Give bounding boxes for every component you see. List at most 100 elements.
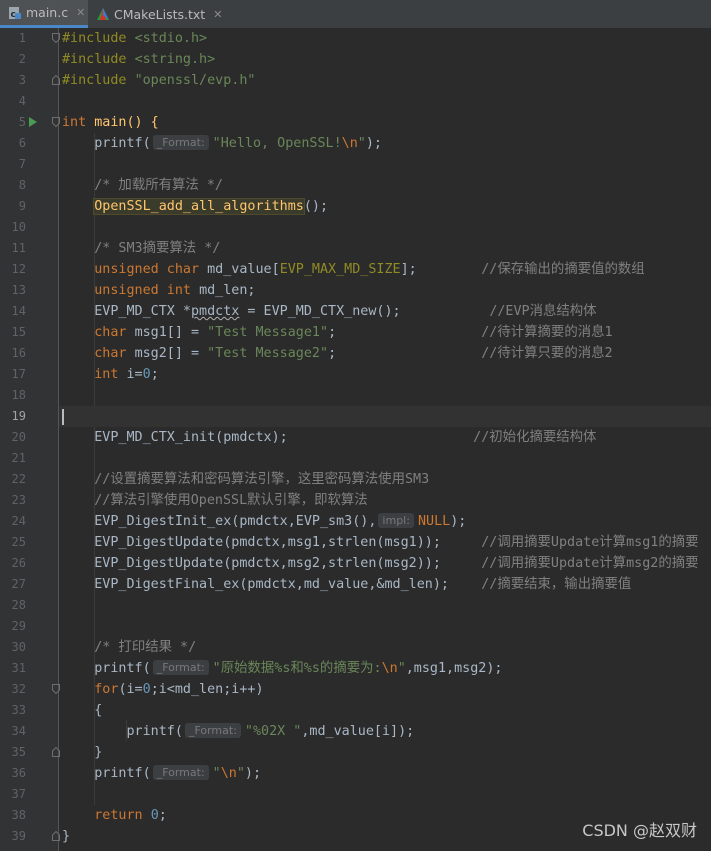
code-line-36: 36 printf(_Format: "\n"); [0, 763, 711, 784]
code-line-23: 23 //算法引擎使用OpenSSL默认引擎，即软算法 [0, 490, 711, 511]
line-number: 24 [11, 514, 26, 528]
fold-end-icon[interactable] [52, 747, 60, 757]
line-number: 10 [11, 220, 26, 234]
code-text: #include <string.h> [62, 52, 216, 67]
line-number: 29 [11, 619, 26, 633]
code-line-2: 2 #include <string.h> [0, 49, 711, 70]
line-number: 35 [11, 745, 26, 759]
param-hint: _Format: [152, 660, 209, 675]
line-number: 30 [11, 640, 26, 654]
line-number: 28 [11, 598, 26, 612]
code-line-19: 19 [0, 406, 711, 427]
code-text: } [62, 829, 71, 844]
code-line-28: 28 [0, 595, 711, 616]
code-line-35: 35 } [0, 742, 711, 763]
tab-main-c[interactable]: c main.c ✕ [0, 0, 88, 28]
code-line-24: 24 EVP_DigestInit_ex(pmdctx,EVP_sm3(), im… [0, 511, 711, 532]
fold-icon[interactable] [52, 117, 60, 127]
cmake-icon [96, 7, 110, 21]
code-line-31: 31 printf(_Format: "原始数据%s和%s的摘要为:\n",msg… [0, 658, 711, 679]
code-line-26: 26 EVP_DigestUpdate(pmdctx,msg2,strlen(m… [0, 553, 711, 574]
code-text: printf(_Format: "原始数据%s和%s的摘要为:\n",msg1,m… [94, 660, 503, 676]
line-number: 14 [11, 304, 26, 318]
line-number: 5 [18, 115, 26, 129]
code-text: printf(_Format: "%02X ",md_value[i]); [126, 723, 415, 739]
code-text: printf(_Format: "\n"); [94, 765, 262, 781]
code-line-29: 29 [0, 616, 711, 637]
tab-cmakelists[interactable]: CMakeLists.txt ✕ [88, 0, 228, 28]
code-line-33: 33 { [0, 700, 711, 721]
tab-label: CMakeLists.txt [114, 6, 206, 22]
run-icon[interactable] [29, 117, 37, 127]
c-file-icon: c [8, 6, 22, 20]
code-line-5: 5 int main() { [0, 112, 711, 133]
line-number: 13 [11, 283, 26, 297]
code-text: printf(_Format: "Hello, OpenSSL!\n"); [94, 135, 382, 151]
current-line-highlight [59, 406, 711, 427]
line-number: 4 [18, 94, 26, 108]
fold-end-icon[interactable] [52, 831, 60, 841]
code-text: int main() { [62, 115, 159, 130]
line-number: 17 [11, 367, 26, 381]
line-number: 15 [11, 325, 26, 339]
code-text: /* 加载所有算法 */ [94, 178, 223, 193]
code-line-11: 11 /* SM3摘要算法 */ [0, 238, 711, 259]
code-line-12: 12 unsigned char md_value[EVP_MAX_MD_SIZ… [0, 259, 711, 280]
code-text: unsigned char md_value[EVP_MAX_MD_SIZE];… [94, 262, 645, 277]
line-number: 19 [11, 409, 26, 423]
code-line-37: 37 [0, 784, 711, 805]
line-number: 38 [11, 808, 26, 822]
code-text: /* SM3摘要算法 */ [94, 241, 221, 256]
line-number: 33 [11, 703, 26, 717]
line-number: 11 [11, 241, 26, 255]
fold-icon[interactable] [52, 684, 60, 694]
close-icon[interactable]: ✕ [76, 6, 85, 19]
line-number: 1 [18, 31, 26, 45]
code-text: char msg2[] = "Test Message2"; //待计算只要的消… [94, 346, 613, 361]
line-number: 27 [11, 577, 26, 591]
code-line-14: 14 EVP_MD_CTX *pmdctx = EVP_MD_CTX_new()… [0, 301, 711, 322]
code-line-30: 30 /* 打印结果 */ [0, 637, 711, 658]
line-number: 8 [18, 178, 26, 192]
code-text: char msg1[] = "Test Message1"; //待计算摘要的消… [94, 325, 613, 340]
code-line-15: 15 char msg1[] = "Test Message1"; //待计算摘… [0, 322, 711, 343]
line-number: 9 [18, 199, 26, 213]
code-line-20: 20 EVP_MD_CTX_init(pmdctx); //初始化摘要结构体 [0, 427, 711, 448]
line-number: 21 [11, 451, 26, 465]
watermark: CSDN @赵双财 [582, 821, 697, 840]
line-number: 18 [11, 388, 26, 402]
param-hint: impl: [378, 513, 414, 528]
text-caret [62, 409, 64, 425]
line-number: 22 [11, 472, 26, 486]
line-number: 6 [18, 136, 26, 150]
code-text: EVP_MD_CTX_init(pmdctx); //初始化摘要结构体 [94, 430, 597, 445]
code-text: EVP_MD_CTX *pmdctx = EVP_MD_CTX_new(); /… [94, 304, 597, 319]
close-icon[interactable]: ✕ [213, 8, 222, 21]
code-text: int i=0; [94, 367, 159, 382]
code-line-3: 3 #include "openssl/evp.h" [0, 70, 711, 91]
line-number: 32 [11, 682, 26, 696]
editor-tab-bar: c main.c ✕ CMakeLists.txt ✕ [0, 0, 711, 29]
code-line-4: 4 [0, 91, 711, 112]
tab-label: main.c [26, 5, 69, 20]
line-number: 31 [11, 661, 26, 675]
param-hint: _Format: [184, 723, 241, 738]
code-line-34: 34 printf(_Format: "%02X ",md_value[i]); [0, 721, 711, 742]
code-text: //算法引擎使用OpenSSL默认引擎，即软算法 [94, 493, 368, 508]
code-line-25: 25 EVP_DigestUpdate(pmdctx,msg1,strlen(m… [0, 532, 711, 553]
line-number: 3 [18, 73, 26, 87]
line-number: 26 [11, 556, 26, 570]
code-line-6: 6 printf(_Format: "Hello, OpenSSL!\n"); [0, 133, 711, 154]
code-line-13: 13 unsigned int md_len; [0, 280, 711, 301]
code-line-17: 17 int i=0; [0, 364, 711, 385]
code-text: OpenSSL_add_all_algorithms(); [94, 199, 329, 214]
code-text: { [94, 703, 103, 718]
fold-icon[interactable] [52, 33, 60, 43]
code-text: //设置摘要算法和密码算法引擎，这里密码算法使用SM3 [94, 472, 430, 487]
line-number: 20 [11, 430, 26, 444]
code-text: /* 打印结果 */ [94, 640, 197, 655]
param-hint: _Format: [152, 765, 209, 780]
line-number: 34 [11, 724, 26, 738]
fold-end-icon[interactable] [52, 75, 60, 85]
line-number: 16 [11, 346, 26, 360]
